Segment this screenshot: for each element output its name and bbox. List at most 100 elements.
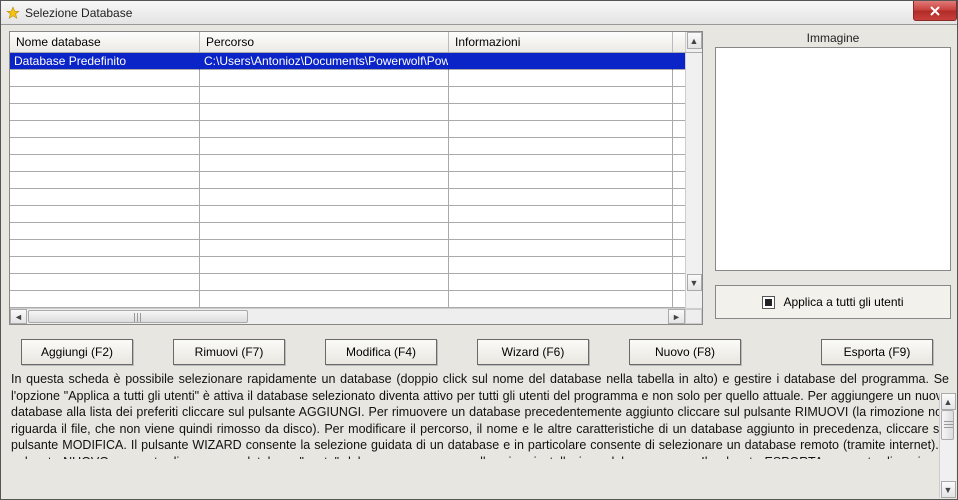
table-cell-path[interactable] [200,172,449,189]
help-vertical-scrollbar[interactable]: ▲ ▼ [939,393,956,498]
table-cell-path[interactable] [200,206,449,223]
table-cell-name[interactable] [10,70,200,87]
table-cell-path[interactable] [200,155,449,172]
image-caption: Immagine [715,31,951,45]
vscroll-up-icon[interactable]: ▲ [687,32,702,49]
table-cell-rest [673,206,685,223]
hscroll-right-icon[interactable]: ► [668,309,685,324]
apply-all-label: Applica a tutti gli utenti [783,295,903,309]
table-cell-rest [673,70,685,87]
table-cell-path[interactable] [200,274,449,291]
table-cell-path[interactable] [200,240,449,257]
col-header-path[interactable]: Percorso [200,32,449,52]
table-cell-info[interactable] [449,138,673,155]
table-row[interactable] [10,121,685,138]
table-cell-name[interactable] [10,189,200,206]
table-cell-info[interactable] [449,104,673,121]
table-cell-name[interactable] [10,240,200,257]
table-cell-name[interactable] [10,155,200,172]
table-row[interactable]: Database PredefinitoC:\Users\Antonioz\Do… [10,53,685,70]
table-cell-rest [673,53,685,70]
table-header: Nome database Percorso Informazioni ▲ [10,32,702,53]
table-cell-rest [673,274,685,291]
table-cell-info[interactable] [449,53,673,70]
col-header-name[interactable]: Nome database [10,32,200,52]
table-cell-info[interactable] [449,274,673,291]
export-button[interactable]: Esporta (F9) [821,339,933,365]
add-button[interactable]: Aggiungi (F2) [21,339,133,365]
help-vscroll-thumb[interactable] [941,410,954,440]
hscroll-left-icon[interactable]: ◄ [10,309,27,324]
table-cell-path[interactable] [200,70,449,87]
table-cell-rest [673,223,685,240]
table-row[interactable] [10,87,685,104]
table-cell-info[interactable] [449,291,673,308]
table-row[interactable] [10,70,685,87]
table-row[interactable] [10,291,685,308]
table-row[interactable] [10,257,685,274]
table-cell-path[interactable] [200,138,449,155]
table-cell-rest [673,121,685,138]
apply-all-users-toggle[interactable]: Applica a tutti gli utenti [715,285,951,319]
remove-button[interactable]: Rimuovi (F7) [173,339,285,365]
table-horizontal-scrollbar[interactable]: ◄ ► [10,308,702,324]
table-cell-name[interactable] [10,257,200,274]
table-cell-name[interactable] [10,172,200,189]
table-cell-info[interactable] [449,70,673,87]
table-vertical-scrollbar[interactable]: ▼ [685,53,702,308]
table-cell-path[interactable] [200,87,449,104]
table-cell-rest [673,257,685,274]
table-cell-name[interactable] [10,87,200,104]
table-row[interactable] [10,274,685,291]
table-cell-info[interactable] [449,189,673,206]
table-cell-name[interactable] [10,291,200,308]
table-cell-name[interactable]: Database Predefinito [10,53,200,70]
table-cell-name[interactable] [10,104,200,121]
table-cell-info[interactable] [449,87,673,104]
hscroll-thumb[interactable] [28,310,248,323]
table-row[interactable] [10,104,685,121]
table-cell-info[interactable] [449,240,673,257]
title-bar: Selezione Database [1,1,957,25]
table-cell-name[interactable] [10,138,200,155]
table-cell-name[interactable] [10,274,200,291]
table-cell-path[interactable] [200,291,449,308]
table-cell-info[interactable] [449,206,673,223]
table-cell-rest [673,240,685,257]
vscroll-down-icon[interactable]: ▼ [687,274,702,291]
table-cell-rest [673,138,685,155]
new-button[interactable]: Nuovo (F8) [629,339,741,365]
table-cell-path[interactable] [200,257,449,274]
table-cell-path[interactable] [200,223,449,240]
checkbox-icon[interactable] [762,296,775,309]
table-cell-info[interactable] [449,172,673,189]
table-cell-info[interactable] [449,155,673,172]
help-vscroll-down-icon[interactable]: ▼ [941,481,956,498]
close-button[interactable] [913,1,957,21]
table-cell-path[interactable] [200,104,449,121]
table-cell-name[interactable] [10,206,200,223]
table-cell-path[interactable] [200,189,449,206]
table-row[interactable] [10,223,685,240]
table-cell-name[interactable] [10,223,200,240]
table-cell-rest [673,189,685,206]
modify-button[interactable]: Modifica (F4) [325,339,437,365]
table-cell-path[interactable]: C:\Users\Antonioz\Documents\Powerwolf\Po… [200,53,449,70]
table-row[interactable] [10,240,685,257]
star-icon [5,5,21,21]
col-header-info[interactable]: Informazioni [449,32,673,52]
table-cell-name[interactable] [10,121,200,138]
database-table[interactable]: Nome database Percorso Informazioni ▲ Da… [9,31,703,325]
help-vscroll-up-icon[interactable]: ▲ [941,393,956,410]
table-row[interactable] [10,189,685,206]
wizard-button[interactable]: Wizard (F6) [477,339,589,365]
table-cell-rest [673,104,685,121]
table-cell-path[interactable] [200,121,449,138]
table-row[interactable] [10,206,685,223]
table-row[interactable] [10,155,685,172]
table-row[interactable] [10,172,685,189]
table-row[interactable] [10,138,685,155]
table-cell-info[interactable] [449,257,673,274]
table-cell-info[interactable] [449,223,673,240]
table-cell-info[interactable] [449,121,673,138]
